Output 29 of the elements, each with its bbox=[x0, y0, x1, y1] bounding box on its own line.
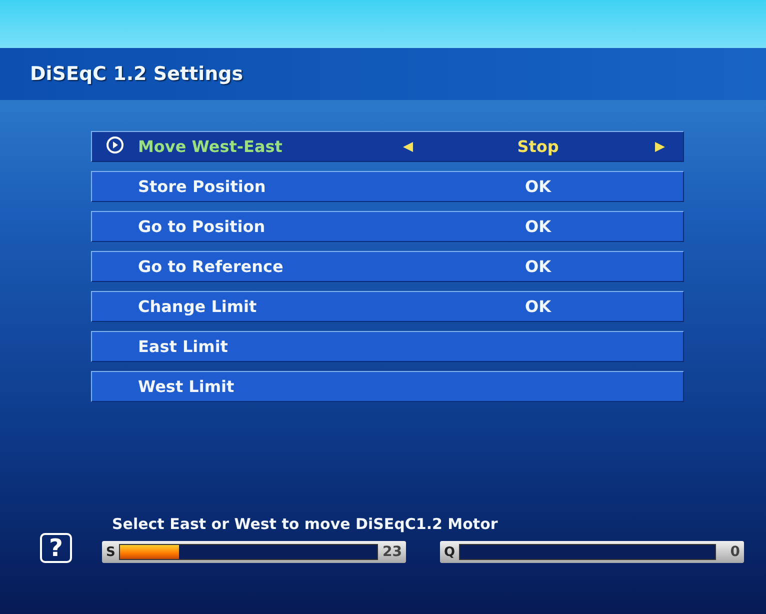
menu-row[interactable]: Store Position OK bbox=[91, 171, 684, 202]
row-label: Change Limit bbox=[138, 297, 258, 316]
meter-label: Q bbox=[444, 544, 456, 560]
help-key: ? bbox=[40, 533, 72, 563]
row-value: OK bbox=[524, 217, 552, 236]
row-value: OK bbox=[524, 297, 552, 316]
row-label: Store Position bbox=[138, 177, 267, 196]
screen-title: DiSEqC 1.2 Settings bbox=[30, 63, 244, 85]
row-value: Stop bbox=[516, 137, 560, 156]
meter-reading: 23 bbox=[382, 544, 402, 560]
menu-row[interactable]: Move West-East Stop bbox=[91, 131, 684, 162]
menu-row[interactable]: Go to Reference OK bbox=[91, 251, 684, 282]
menu-row[interactable]: West Limit bbox=[91, 371, 684, 402]
row-label: West Limit bbox=[138, 377, 236, 396]
row-label: East Limit bbox=[138, 337, 229, 356]
row-value: OK bbox=[524, 177, 552, 196]
row-label: Move West-East bbox=[138, 137, 284, 156]
menu-row[interactable]: East Limit bbox=[91, 331, 684, 362]
row-label: Go to Position bbox=[138, 217, 266, 236]
row-value: OK bbox=[524, 257, 552, 276]
meter-reading: 0 bbox=[729, 544, 740, 560]
meter-label: S bbox=[106, 544, 116, 560]
left-arrow-icon[interactable] bbox=[402, 140, 414, 152]
help-text: Select East or West to move DiSEqC1.2 Motor bbox=[112, 515, 499, 533]
menu-row[interactable]: Go to Position OK bbox=[91, 211, 684, 242]
row-label: Go to Reference bbox=[138, 257, 284, 276]
right-arrow-icon[interactable] bbox=[654, 140, 666, 152]
play-circle-icon bbox=[106, 136, 124, 154]
menu-row[interactable]: Change Limit OK bbox=[91, 291, 684, 322]
